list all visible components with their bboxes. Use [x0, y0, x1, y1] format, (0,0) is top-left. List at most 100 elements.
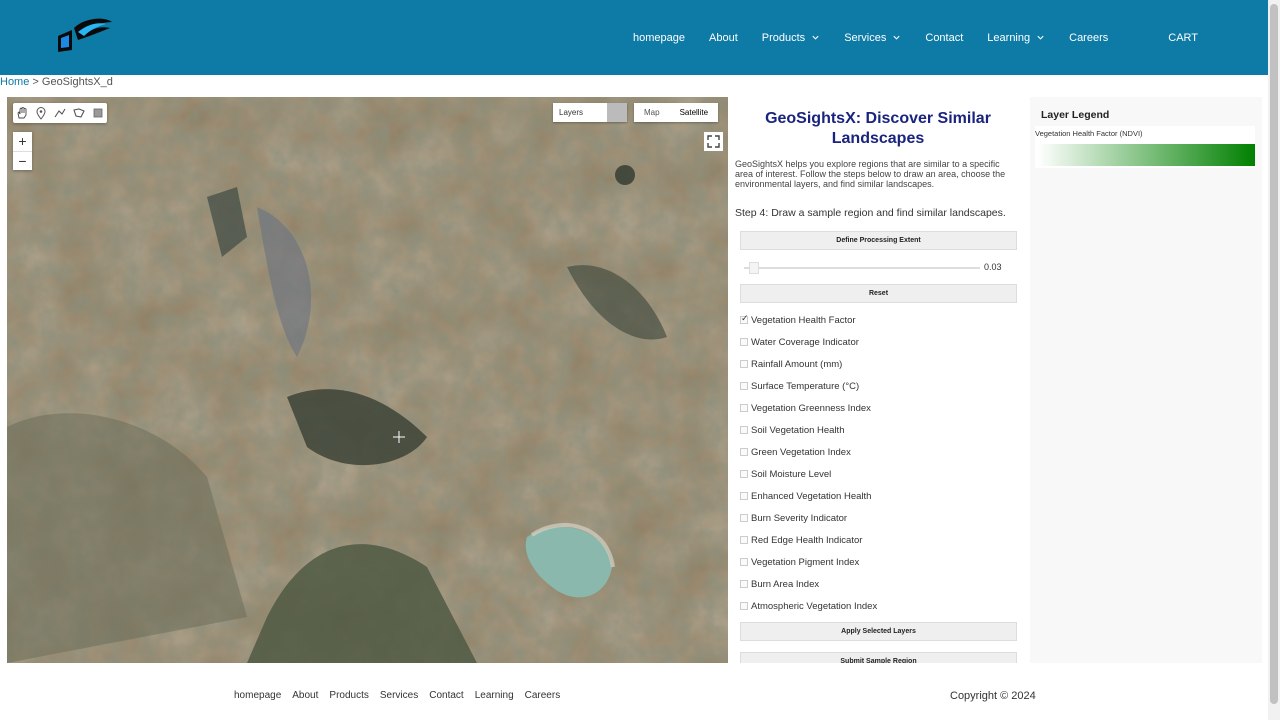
submit-region-button[interactable]: Submit Sample Region [740, 652, 1017, 663]
legend-item: Vegetation Health Factor (NDVI) [1035, 126, 1255, 168]
cart-link[interactable]: CART [1168, 32, 1198, 44]
legend-item-label: Vegetation Health Factor (NDVI) [1035, 129, 1143, 138]
control-panel: GeoSightsX: Discover Similar Landscapes … [730, 97, 1026, 663]
layer-option[interactable]: Vegetation Greenness Index [740, 397, 877, 419]
hand-icon[interactable] [15, 106, 29, 120]
layer-checkbox[interactable] [740, 426, 748, 434]
layer-option[interactable]: Soil Moisture Level [740, 463, 877, 485]
layer-checkbox[interactable] [740, 580, 748, 588]
site-header: homepage About Products Services Contact Lear… [0, 0, 1268, 75]
layer-option[interactable]: Rainfall Amount (mm) [740, 353, 877, 375]
chevron-down-icon [893, 35, 900, 40]
legend-title: Layer Legend [1041, 109, 1110, 121]
nav-item-label: About [709, 31, 738, 44]
layer-label: Soil Vegetation Health [751, 424, 845, 436]
nav-item-learning[interactable]: Learning [987, 32, 1045, 44]
footer-link-contact[interactable]: Contact [429, 690, 463, 701]
reset-button[interactable]: Reset [740, 284, 1017, 303]
layer-checkbox[interactable] [740, 338, 748, 346]
layer-checkbox-list: Vegetation Health Factor Water Coverage I… [740, 309, 877, 617]
slider-track[interactable] [744, 267, 980, 269]
panel-title: GeoSightsX: Discover Similar Landscapes [765, 110, 991, 147]
layers-button[interactable]: Layers [553, 103, 627, 122]
slider-thumb[interactable] [749, 262, 759, 274]
layer-checkbox[interactable] [740, 558, 748, 566]
layer-checkbox[interactable] [740, 448, 748, 456]
layer-option[interactable]: Atmospheric Vegetation Index [740, 595, 877, 617]
apply-layers-button[interactable]: Apply Selected Layers [740, 622, 1017, 641]
marker-icon[interactable] [34, 106, 48, 120]
layer-checkbox[interactable] [740, 514, 748, 522]
footer-link-services[interactable]: Services [380, 690, 418, 701]
layer-option[interactable]: Red Edge Health Indicator [740, 529, 877, 551]
define-extent-button[interactable]: Define Processing Extent [740, 231, 1017, 250]
map-type-control: Map Satellite [634, 103, 719, 122]
layer-option[interactable]: Surface Temperature (°C) [740, 375, 877, 397]
layer-label: Atmospheric Vegetation Index [751, 600, 878, 612]
nav-item-label: Contact [925, 31, 964, 44]
layer-label: Rainfall Amount (mm) [751, 358, 843, 370]
slider-value: 0.03 [984, 262, 1002, 272]
layer-option[interactable]: Burn Area Index [740, 573, 877, 595]
nav-item-contact[interactable]: Contact [925, 32, 963, 44]
layer-option[interactable]: Vegetation Health Factor [740, 309, 877, 331]
main-nav: homepage About Products Services Contact Lear… [609, 0, 1198, 75]
breadcrumb-current: GeoSightsX_d [41, 76, 113, 88]
nav-item-services[interactable]: Services [844, 32, 901, 44]
breadcrumb: Home > GeoSightsX_d [0, 76, 113, 88]
footer-link-products[interactable]: Products [329, 690, 368, 701]
nav-item-label: Learning [987, 31, 1031, 44]
nav-item-homepage[interactable]: homepage [633, 32, 685, 44]
layer-label: Green Vegetation Index [751, 446, 851, 458]
nav-item-about[interactable]: About [709, 32, 738, 44]
layer-option[interactable]: Enhanced Vegetation Health [740, 485, 877, 507]
nav-item-label: Services [844, 31, 887, 44]
layer-option[interactable]: Water Coverage Indicator [740, 331, 877, 353]
layer-checkbox[interactable] [740, 404, 748, 412]
fullscreen-button[interactable] [704, 132, 723, 151]
satellite-map[interactable]: + − Layers Map Satellite [7, 97, 728, 663]
layer-checkbox[interactable] [740, 382, 748, 390]
footer-link-learning[interactable]: Learning [475, 690, 514, 701]
breadcrumb-home[interactable]: Home [0, 76, 29, 88]
layer-option[interactable]: Vegetation Pigment Index [740, 551, 877, 573]
layer-checkbox[interactable] [740, 536, 748, 544]
layer-label: Vegetation Health Factor [751, 314, 856, 326]
layer-checkbox[interactable] [740, 313, 749, 324]
footer-link-careers[interactable]: Careers [525, 690, 561, 701]
layer-checkbox[interactable] [740, 492, 748, 500]
nav-item-products[interactable]: Products [762, 32, 820, 44]
footer-link-about[interactable]: About [292, 690, 318, 701]
step-instruction: Step 4: Draw a sample region and find si… [735, 207, 1006, 219]
layer-label: Soil Moisture Level [751, 468, 832, 480]
layer-option[interactable]: Soil Vegetation Health [740, 419, 877, 441]
nav-item-label: Products [761, 31, 806, 44]
layer-option[interactable]: Burn Severity Indicator [740, 507, 877, 529]
scrollbar-thumb[interactable] [1270, 4, 1278, 704]
zoom-control: + − [13, 132, 32, 170]
polygon-icon[interactable] [72, 106, 86, 120]
layer-checkbox[interactable] [740, 602, 748, 610]
zoom-out-button[interactable]: − [13, 151, 32, 170]
zoom-in-button[interactable]: + [13, 132, 32, 151]
nav-item-label: Careers [1069, 31, 1109, 44]
rectangle-icon[interactable] [91, 106, 105, 120]
company-logo[interactable] [52, 14, 116, 58]
page-scrollbar[interactable] [1268, 0, 1280, 720]
map-type-map[interactable]: Map [634, 103, 670, 122]
layer-label: Surface Temperature (°C) [751, 380, 860, 392]
nav-item-careers[interactable]: Careers [1069, 32, 1108, 44]
breadcrumb-separator: > [29, 76, 42, 88]
crosshair-cursor-icon [393, 431, 405, 443]
footer-link-homepage[interactable]: homepage [234, 690, 281, 701]
layer-option[interactable]: Green Vegetation Index [740, 441, 877, 463]
layer-checkbox[interactable] [740, 360, 748, 368]
threshold-slider[interactable] [744, 262, 980, 274]
map-type-satellite[interactable]: Satellite [670, 103, 718, 122]
layers-label: Layers [559, 108, 584, 117]
legend-gradient-bar [1038, 144, 1255, 166]
layer-label: Vegetation Greenness Index [751, 402, 871, 414]
polyline-icon[interactable] [53, 106, 67, 120]
layer-checkbox[interactable] [740, 470, 748, 478]
layers-dropdown-toggle[interactable] [607, 103, 627, 122]
